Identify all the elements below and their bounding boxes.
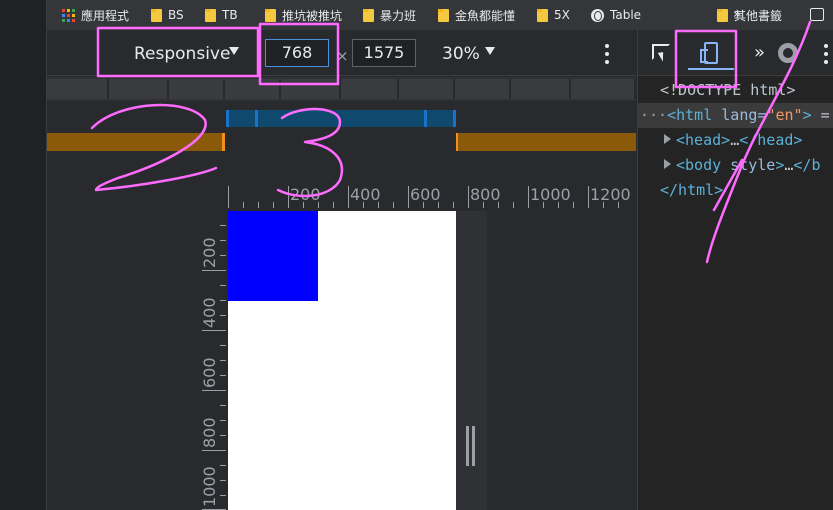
min-width-media-query-bar-left[interactable] xyxy=(47,133,224,151)
devtools-panel: » <!DOCTYPE html> ···<html lang="en"> = … xyxy=(637,30,833,510)
ruler-label: 1000 xyxy=(200,466,219,507)
devtools-toolbar: » xyxy=(638,30,833,76)
dom-node-html[interactable]: ···<html lang="en"> = xyxy=(638,103,833,128)
bookmark-label: Table xyxy=(610,8,642,22)
ruler-label: 800 xyxy=(200,417,219,448)
dom-attr: lang= xyxy=(712,106,767,124)
apps-grid-icon xyxy=(62,8,75,22)
dom-node-doctype[interactable]: <!DOCTYPE html> xyxy=(638,78,833,103)
bookmark-table[interactable]: Table xyxy=(591,0,641,30)
resize-handle[interactable] xyxy=(466,426,475,466)
expand-triangle-icon[interactable] xyxy=(664,134,671,144)
bookmark-other[interactable]: 其他書籤 xyxy=(717,0,782,30)
bookmark-label: 推坑被推坑 xyxy=(282,8,343,23)
expand-triangle-icon[interactable] xyxy=(664,159,671,169)
emulated-viewport[interactable] xyxy=(228,211,456,510)
doctype-text: <!DOCTYPE html> xyxy=(660,81,796,99)
folder-icon xyxy=(205,8,216,22)
zoom-select[interactable]: 30% xyxy=(442,44,480,64)
more-options-icon[interactable] xyxy=(605,44,609,64)
caret-down-icon[interactable] xyxy=(485,47,495,55)
folder-icon xyxy=(438,8,449,22)
min-width-media-query-bar-right[interactable] xyxy=(458,133,636,151)
globe-icon xyxy=(591,8,604,22)
dom-tag: </b xyxy=(793,156,821,174)
bookmarks-bar: 應用程式 BS TB 推坑被推坑 暴力班 金魚都能懂 5X Table » 其他… xyxy=(47,0,833,30)
bookmark-apps[interactable]: 應用程式 xyxy=(62,0,129,30)
dom-tag: </html> xyxy=(660,181,724,199)
width-input[interactable]: 768 xyxy=(265,39,329,67)
ruler-label: 400 xyxy=(200,297,219,328)
gear-icon[interactable] xyxy=(778,43,798,63)
ruler-label: 200 xyxy=(290,185,321,204)
dom-tag: <body xyxy=(676,156,722,174)
dom-node-body[interactable]: <body style>…</b xyxy=(638,153,833,178)
bookmark-tb[interactable]: TB xyxy=(205,0,238,30)
folder-icon xyxy=(717,8,728,22)
ruler-label: 800 xyxy=(470,185,501,204)
blue-content-box xyxy=(228,211,318,301)
more-options-icon[interactable] xyxy=(824,44,828,64)
bookmark-jinyu[interactable]: 金魚都能懂 xyxy=(438,0,515,30)
device-toolbar: Responsive 768 × 1575 30% xyxy=(47,30,636,76)
bookmark-baoliban[interactable]: 暴力班 xyxy=(363,0,416,30)
reading-list-icon[interactable] xyxy=(810,8,824,21)
bookmark-bs[interactable]: BS xyxy=(151,0,184,30)
dimension-separator: × xyxy=(336,47,349,65)
elements-dom-tree: <!DOCTYPE html> ···<html lang="en"> = <h… xyxy=(638,78,833,203)
dom-tag: </head> xyxy=(739,131,803,149)
ruler-label: 600 xyxy=(200,357,219,388)
folder-icon xyxy=(363,8,374,22)
page-content-edge xyxy=(0,0,47,510)
media-query-marker xyxy=(222,133,225,151)
dom-attr: style xyxy=(721,156,776,174)
horizontal-ruler: 200 400 600 800 1000 1200 xyxy=(228,184,636,208)
dom-ellipsis[interactable]: … xyxy=(730,131,739,149)
bookmark-label: 金魚都能懂 xyxy=(455,8,516,23)
bookmark-tuikeng[interactable]: 推坑被推坑 xyxy=(265,0,342,30)
toggle-device-toolbar-icon[interactable] xyxy=(688,40,734,70)
max-width-media-query-bar[interactable] xyxy=(226,110,456,127)
folder-icon xyxy=(265,8,276,22)
ruler-label: 1000 xyxy=(530,185,571,204)
media-query-presets-bar[interactable] xyxy=(47,77,636,101)
ruler-label: 600 xyxy=(410,185,441,204)
ruler-label: 1200 xyxy=(590,185,631,204)
dom-attr-value: "en" xyxy=(766,106,803,124)
dom-suffix: = xyxy=(811,106,830,124)
dom-tag: <html xyxy=(667,106,713,124)
bookmark-label: TB xyxy=(222,8,238,22)
inspect-element-icon[interactable] xyxy=(652,44,670,60)
bookmark-label: 暴力班 xyxy=(380,8,417,23)
dom-node-head[interactable]: <head>…</head> xyxy=(638,128,833,153)
bookmark-label: 應用程式 xyxy=(81,8,130,23)
device-mode-select[interactable]: Responsive xyxy=(134,44,230,64)
folder-icon xyxy=(151,8,162,22)
bookmark-label: 其他書籤 xyxy=(734,8,783,23)
more-tabs-button[interactable]: » xyxy=(754,42,765,63)
dom-tag: > xyxy=(802,106,812,124)
height-input[interactable]: 1575 xyxy=(352,39,416,67)
devtools-window: 應用程式 BS TB 推坑被推坑 暴力班 金魚都能懂 5X Table » 其他… xyxy=(0,0,833,510)
bookmark-label: 5X xyxy=(554,8,570,22)
bookmark-5x[interactable]: 5X xyxy=(537,0,570,30)
dom-prefix: ··· xyxy=(640,106,668,124)
caret-down-icon[interactable] xyxy=(229,47,239,55)
ruler-label: 200 xyxy=(200,237,219,268)
dom-tag: <head> xyxy=(676,131,731,149)
vertical-ruler: 200 400 600 800 1000 xyxy=(200,210,226,510)
bookmark-label: BS xyxy=(168,8,184,22)
dom-node-html-close[interactable]: </html> xyxy=(638,178,833,203)
folder-icon xyxy=(537,8,548,22)
ruler-label: 400 xyxy=(350,185,381,204)
